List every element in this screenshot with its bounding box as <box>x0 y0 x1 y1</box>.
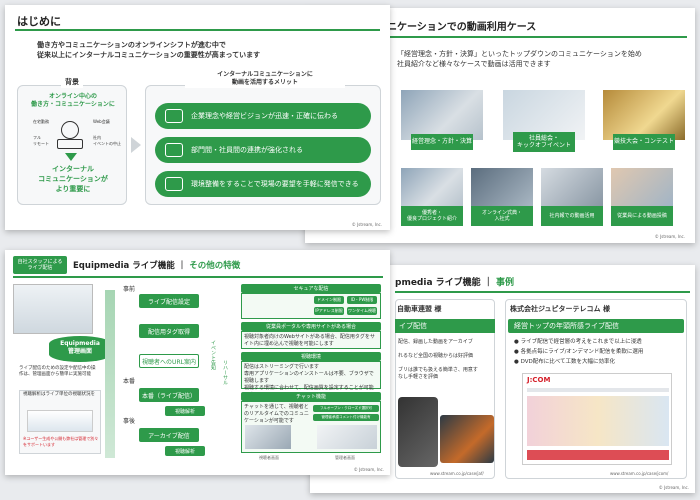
case-photo-3 <box>603 90 685 140</box>
right-heading: 経営トップの年頭所感ライブ配信 <box>508 319 684 333</box>
box-secure-title: セキュアな配信 <box>241 284 381 293</box>
slide-lead: 働き方やコミュニケーションのオンラインシフトが進む中で 従来以上にインターナルコ… <box>37 41 261 59</box>
left-text: 配信、録画した動画をアーカイブ れるなど全国の視聴からは好評価 ブリは誰でも扱え… <box>398 339 478 380</box>
right-bullet-3: ● DVD配布に比べて工数を大幅に効率化 <box>514 359 615 365</box>
background-item-3: フル リモート <box>33 135 49 146</box>
phase-after: 事後 <box>123 418 136 425</box>
presentation-icon <box>165 109 183 123</box>
background-item-1: 在宅勤務 <box>33 119 49 124</box>
case-caption-6: 社内報での動画活用 <box>541 206 603 226</box>
note-c: ※ユーザー生成や公開も弊社は管理で別々をサポートいます <box>23 436 99 447</box>
merit-3: 環境整備をすることで現場の要望を手軽に発信できる <box>155 171 371 197</box>
monitor-icon <box>57 139 83 149</box>
step-live-setup: ライブ配信設定 <box>139 294 199 308</box>
right-bullet-1: ● ライブ配信で経営層の考えをこれまで以上に浸透 <box>514 339 642 345</box>
admin-screen-thumbnail-2 <box>317 425 377 449</box>
case-photo-6 <box>541 168 603 208</box>
slide-title: ミュニケーションでの動画利用ケース <box>367 22 537 33</box>
jcom-logo: J:COM <box>527 376 551 384</box>
box-chat-title: チャット機能 <box>241 392 381 401</box>
slide-title: pmedia ライブ機能 ｜ 事例 <box>395 278 514 288</box>
case-caption-1: 経営理念・方針・決算 <box>411 134 473 150</box>
background-top-text: オンライン中心の 働き方・コミュニケーションに <box>31 93 115 109</box>
admin-screen-label: 管理者画面 <box>335 455 355 460</box>
slide-introduction: はじめに 働き方やコミュニケーションのオンラインシフトが進む中で 従来以上にイン… <box>5 5 390 230</box>
slide-tag: 自社スタッフによる ライブ配信 <box>13 256 67 274</box>
left-url[interactable]: www.stream.co.jp/case/jaf/ <box>430 471 484 476</box>
slide-lead: 「経営理念・方針・決算」といったトップダウンのコミュニケーションを始め 社員紹介… <box>397 50 642 68</box>
phase-live: 本番 <box>123 378 136 385</box>
merit-1: 企業理念や経営ビジョンが迅速・正確に伝わる <box>155 103 371 129</box>
slide-footer: © Jstream, Inc. <box>351 222 382 227</box>
right-arrow-icon <box>131 137 141 153</box>
background-item-2: Web会議 <box>93 119 110 124</box>
right-company: 株式会社ジュピターテレコム 様 <box>510 305 610 313</box>
slide-footer: © Jstream, Inc. <box>353 467 384 472</box>
step-get-tag: 配信用タグ取得 <box>139 324 199 338</box>
case-photo-1 <box>401 90 483 140</box>
person-pc-icon <box>61 121 79 139</box>
step-url-notice: 視聴者へのURL案内 <box>139 354 199 368</box>
step-archive: アーカイブ配信 <box>139 428 199 442</box>
background-bottom-text: インターナル コミュニケーションが より重要に <box>38 165 108 193</box>
case-caption-4: 優秀者・ 優良プロジェクト紹介 <box>401 206 463 226</box>
arrow-label-event: イベント告知 <box>210 340 216 370</box>
case-photo-5 <box>471 168 533 208</box>
chat-tag-1: フルオープン・クローズド選択可 <box>313 405 379 412</box>
down-arrow-icon <box>65 153 77 161</box>
left-heading: イブ配信 <box>395 319 495 333</box>
note-b: 視聴解析はライブ単位の視聴状況を <box>23 392 95 397</box>
slide-title: Equipmedia ライブ機能 ｜ その他の特徴 <box>73 261 241 271</box>
box-env: 配信はストリーミングで行います 専用アプリケーションのインストールは不要、ブラウ… <box>241 361 381 398</box>
box-portal-title: 従業員ポータルや専用サイトがある場合 <box>241 322 381 331</box>
flow-arrow-down <box>105 290 115 458</box>
viewer-screen-label: 視聴者画面 <box>259 455 279 460</box>
jcom-webpage-screenshot: J:COM <box>522 373 672 465</box>
slide-footer: © Jstream, Inc. <box>654 234 685 239</box>
admin-screen-thumbnail <box>13 284 93 334</box>
phase-before: 事前 <box>123 286 136 293</box>
handshake-icon <box>165 143 183 157</box>
case-caption-3: 競技大会・コンテスト <box>613 134 675 150</box>
left-photo-phone <box>398 397 438 467</box>
case-photo-7 <box>611 168 673 208</box>
chat-tag-2: 管理者承認コメント付け機能有 <box>313 414 379 421</box>
left-company: 自動車連盟 様 <box>397 305 442 313</box>
slide-title: はじめに <box>17 15 61 28</box>
left-photo-tablet <box>440 415 494 463</box>
box-env-title: 視聴環境 <box>241 352 381 361</box>
step-analytics-2: 視聴解析 <box>165 446 205 456</box>
slide-live-features: 自社スタッフによる ライブ配信 Equipmedia ライブ機能 ｜ その他の特… <box>5 250 390 475</box>
case-caption-5: オンライン式典・ 入社式 <box>471 206 533 226</box>
arrow-label-rehearsal: リハーサル <box>222 360 228 385</box>
jcom-banner <box>527 396 669 446</box>
right-bullet-2: ● 各拠点毎にライブ/オンデマンド配信を柔軟に選用 <box>514 349 644 355</box>
merit-label: インターナルコミュニケーションに 動画を活用するメリット <box>185 71 345 88</box>
slide-footer: © Jstream, Inc. <box>658 485 689 490</box>
megaphone-icon <box>165 177 183 191</box>
analytics-chart-thumbnail <box>27 410 93 432</box>
box-portal: 視聴対象者向けのWebサイトがある場合、配信用タグをサイト内に埋め込んで視聴を可… <box>241 331 381 349</box>
server-label: Equipmedia 管理画面 <box>60 340 100 356</box>
merit-2: 部門間・社員間の連携が強化される <box>155 137 371 163</box>
viewer-screen-thumbnail <box>245 425 291 449</box>
case-caption-7: 従業員による動画投稿 <box>611 206 673 226</box>
note-a: ライブ配信のための設定や配信中の操作は、管理画面から簡単に実施可能 <box>19 366 96 378</box>
case-caption-2: 社員総会・ キックオフイベント <box>513 132 575 152</box>
box-secure: ドメイン制限 ID・PW制限 IPアドレス制限 ワンタイム視聴 <box>241 293 381 319</box>
background-label: 背景 <box>61 78 83 88</box>
step-live: 本番（ライブ配信） <box>139 388 199 402</box>
background-item-4: 社内 イベントの中止 <box>93 135 121 146</box>
right-url[interactable]: www.stream.co.jp/case/jcom/ <box>610 471 668 476</box>
step-analytics-1: 視聴解析 <box>165 406 205 416</box>
case-photo-4 <box>401 168 463 208</box>
